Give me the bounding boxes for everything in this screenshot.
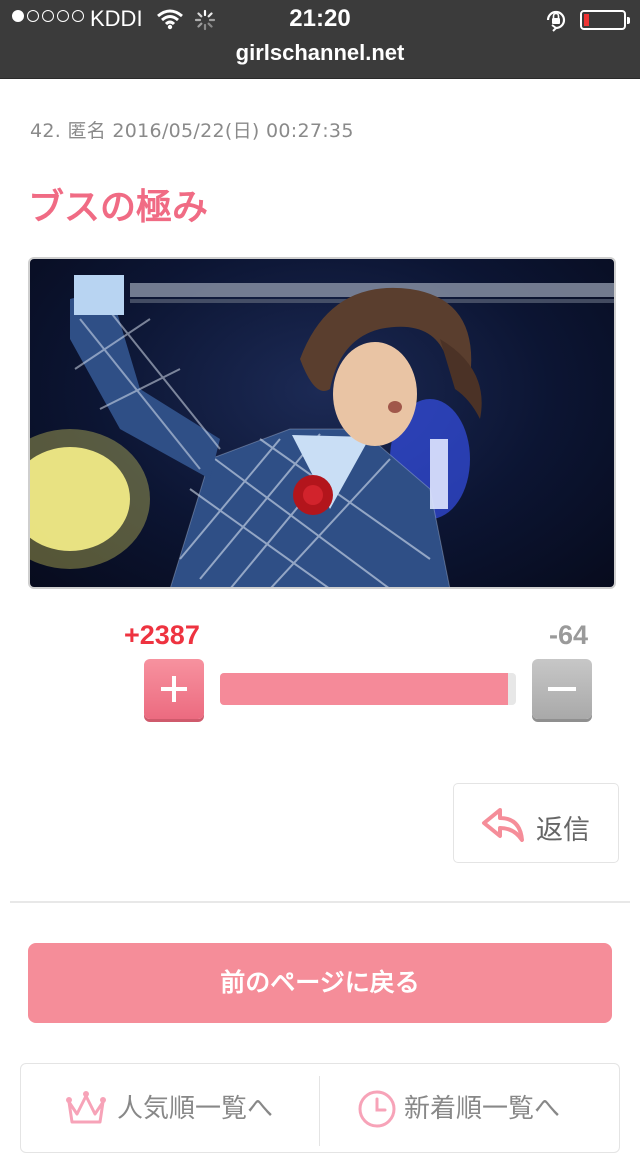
plus-icon — [161, 676, 187, 702]
section-divider — [10, 901, 630, 903]
rotation-lock-icon — [544, 8, 568, 36]
plus-vote-button[interactable] — [144, 659, 204, 719]
newest-list-link[interactable]: 新着順一覧へ — [320, 1064, 620, 1154]
popular-list-label: 人気順一覧へ — [117, 1094, 274, 1124]
reply-label: 返信 — [536, 815, 590, 846]
plus-vote-count: +2387 — [124, 620, 200, 650]
status-bar: KDDI 21:20 — [0, 0, 640, 40]
popular-list-link[interactable]: 人気順一覧へ — [21, 1064, 319, 1154]
back-to-previous-page-button[interactable]: 前のページに戻る — [28, 943, 612, 1023]
url-domain: girlschannel.net — [235, 40, 405, 65]
vote-ratio-fill — [220, 673, 509, 705]
address-bar[interactable]: girlschannel.net — [0, 40, 640, 79]
comment-text: ブスの極み — [28, 187, 209, 228]
comment-photo[interactable] — [28, 257, 616, 589]
back-button-label: 前のページに戻る — [220, 968, 420, 997]
clock-icon — [356, 1088, 398, 1134]
reply-button[interactable]: 返信 — [453, 783, 619, 863]
crown-icon — [65, 1088, 107, 1132]
minus-vote-count: -64 — [548, 620, 588, 650]
photo-icon — [30, 275, 614, 587]
comment-meta: 42. 匿名 2016/05/22(日) 00:27:35 — [30, 120, 354, 142]
minus-icon — [548, 687, 576, 691]
list-navigation: 人気順一覧へ 新着順一覧へ — [20, 1063, 620, 1153]
vote-ratio-bar — [220, 673, 516, 705]
minus-vote-button[interactable] — [532, 659, 592, 719]
newest-list-label: 新着順一覧へ — [404, 1094, 561, 1124]
battery-icon — [580, 10, 630, 30]
reply-arrow-icon — [480, 806, 526, 846]
